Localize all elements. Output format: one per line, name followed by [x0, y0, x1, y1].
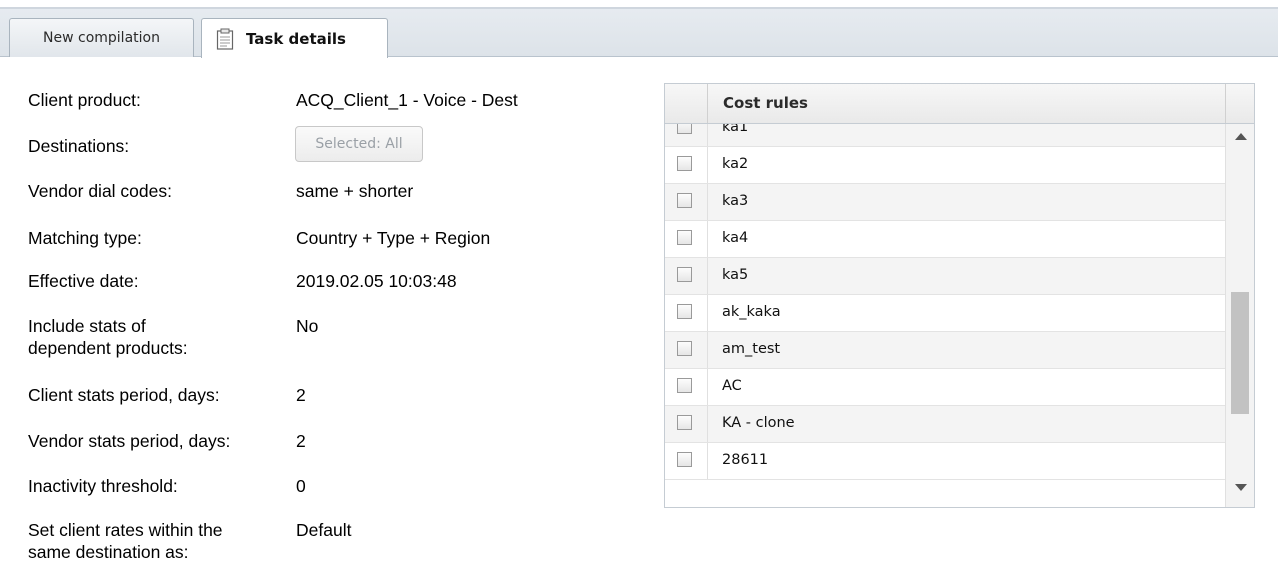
cost-rules-grid: Cost rules ka1 ka2 ka3 ka4 ka5 ak_kaka am_test… — [664, 83, 1255, 508]
field-value: ACQ_Client_1 - Voice - Dest — [296, 90, 518, 110]
field-label: Client stats period, days: — [28, 385, 220, 405]
table-row[interactable]: 28611 — [665, 443, 1225, 480]
checkbox-cell — [665, 147, 708, 183]
field-label: Vendor stats period, days: — [28, 431, 231, 451]
field-label: Client product: — [28, 90, 141, 110]
field-label: Matching type: — [28, 228, 142, 248]
field-value: Country + Type + Region — [296, 228, 491, 248]
table-row[interactable]: am_test — [665, 332, 1225, 369]
row-checkbox[interactable] — [677, 193, 692, 208]
field-value: No — [296, 316, 319, 336]
field-value: Default — [296, 520, 352, 540]
checkbox-cell — [665, 221, 708, 257]
checkbox-cell — [665, 332, 708, 368]
table-row[interactable]: ka2 — [665, 147, 1225, 184]
checkbox-cell — [665, 124, 708, 146]
cost-rule-name: AC — [722, 378, 742, 394]
header-scroll-spacer — [1225, 84, 1254, 123]
scroll-down-arrow-icon[interactable] — [1235, 484, 1247, 491]
field-label: dependent products: — [28, 338, 188, 358]
field-value: same + shorter — [296, 181, 414, 201]
row-checkbox[interactable] — [677, 341, 692, 356]
cost-rule-name: ka1 — [722, 124, 749, 135]
row-checkbox[interactable] — [677, 415, 692, 430]
cost-rule-name: ak_kaka — [722, 304, 781, 320]
tab-label: New compilation — [43, 30, 160, 46]
field-label: Effective date: — [28, 271, 139, 291]
checkbox-cell — [665, 295, 708, 331]
row-checkbox[interactable] — [677, 124, 692, 134]
scrollbar-thumb[interactable] — [1231, 292, 1249, 414]
table-row[interactable]: ak_kaka — [665, 295, 1225, 332]
checkbox-cell — [665, 258, 708, 294]
column-header-cost-rules[interactable]: Cost rules — [723, 94, 808, 112]
row-checkbox[interactable] — [677, 156, 692, 171]
field-label: same destination as: — [28, 542, 189, 562]
field-value: 0 — [296, 476, 306, 496]
table-row[interactable]: KA - clone — [665, 406, 1225, 443]
tab-task-details[interactable]: Task details — [201, 18, 388, 58]
field-value: 2 — [296, 431, 306, 451]
tab-label: Task details — [246, 29, 346, 48]
checkbox-cell — [665, 443, 708, 479]
cost-rule-name: ka4 — [722, 230, 749, 246]
cost-rule-name: KA - clone — [722, 415, 795, 431]
table-row[interactable]: ka5 — [665, 258, 1225, 295]
grid-body: ka1 ka2 ka3 ka4 ka5 ak_kaka am_test AC KA - clon… — [665, 124, 1225, 507]
field-label: Vendor dial codes: — [28, 181, 172, 201]
cost-rule-name: 28611 — [722, 452, 769, 468]
tab-new-compilation[interactable]: New compilation — [9, 18, 194, 57]
field-label: Destinations: — [28, 136, 130, 156]
cost-rule-name: ka2 — [722, 156, 749, 172]
tab-bar: New compilation Task details — [0, 9, 1278, 58]
field-value: 2 — [296, 385, 306, 405]
checkbox-cell — [665, 406, 708, 442]
scroll-up-arrow-icon[interactable] — [1235, 133, 1247, 140]
destinations-button-label: Selected: All — [315, 136, 403, 152]
row-checkbox[interactable] — [677, 452, 692, 467]
row-checkbox[interactable] — [677, 304, 692, 319]
field-value: 2019.02.05 10:03:48 — [296, 271, 457, 291]
row-checkbox[interactable] — [677, 378, 692, 393]
vertical-scrollbar[interactable] — [1225, 124, 1254, 507]
checkbox-cell — [665, 184, 708, 220]
field-label: Set client rates within the — [28, 520, 223, 540]
field-label: Include stats of — [28, 316, 146, 336]
cost-rule-name: ka3 — [722, 193, 749, 209]
cost-rule-name: am_test — [722, 341, 781, 357]
row-checkbox[interactable] — [677, 230, 692, 245]
header-checkbox-column — [665, 84, 708, 123]
table-row[interactable]: ka1 — [665, 124, 1225, 147]
field-label: Inactivity threshold: — [28, 476, 178, 496]
cost-rule-name: ka5 — [722, 267, 749, 283]
clipboard-icon — [216, 28, 234, 50]
table-row[interactable]: ka3 — [665, 184, 1225, 221]
destinations-button[interactable]: Selected: All — [295, 126, 423, 162]
checkbox-cell — [665, 369, 708, 405]
table-row[interactable]: ka4 — [665, 221, 1225, 258]
row-checkbox[interactable] — [677, 267, 692, 282]
table-row[interactable]: AC — [665, 369, 1225, 406]
grid-header: Cost rules — [665, 84, 1254, 124]
